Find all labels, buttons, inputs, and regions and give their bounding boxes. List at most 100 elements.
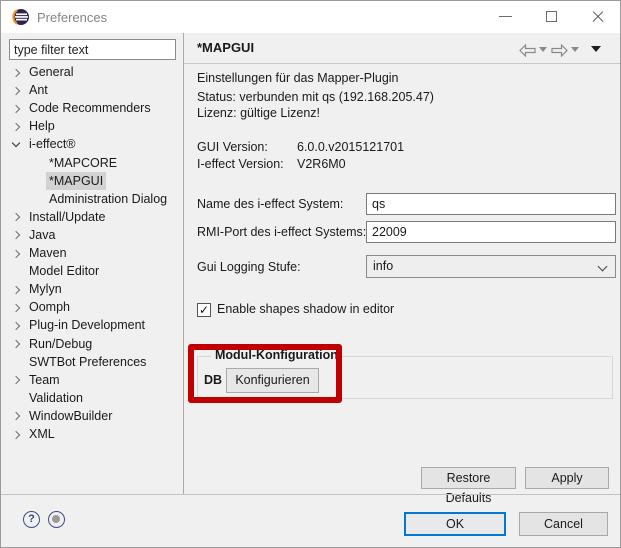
tree-item-code-recommenders[interactable]: Code Recommenders (1, 99, 182, 117)
tree-item-label: Java (29, 226, 55, 244)
restore-defaults-button[interactable]: Restore Defaults (421, 467, 516, 489)
chevron-down-icon (599, 263, 606, 270)
tree-item-administration-dialog[interactable]: Administration Dialog (1, 190, 182, 208)
rmi-port-input[interactable] (366, 221, 616, 243)
tree-item-validation[interactable]: Validation (1, 389, 182, 407)
apply-button[interactable]: Apply (525, 467, 609, 489)
chevron-collapsed-icon[interactable] (12, 376, 21, 385)
tree-item-label: Ant (29, 81, 48, 99)
tree-item-label: Maven (29, 244, 67, 262)
cancel-button[interactable]: Cancel (519, 512, 608, 536)
tree-item-label: Code Recommenders (29, 99, 151, 117)
tree-item-label: Mylyn (29, 280, 62, 298)
preference-recorder-button[interactable] (48, 511, 65, 528)
chevron-collapsed-icon[interactable] (12, 412, 21, 421)
tree-item-install-update[interactable]: Install/Update (1, 208, 182, 226)
tree-item-label: Help (29, 117, 55, 135)
minimize-icon (499, 16, 512, 17)
chevron-collapsed-icon[interactable] (12, 104, 21, 113)
tree-item-label: Model Editor (29, 262, 99, 280)
chevron-collapsed-icon[interactable] (12, 321, 21, 330)
chevron-collapsed-icon[interactable] (12, 340, 21, 349)
preferences-tree: GeneralAntCode RecommendersHelpi-effect®… (1, 1, 183, 494)
close-button[interactable] (578, 1, 618, 31)
chevron-collapsed-icon[interactable] (12, 430, 21, 439)
forward-dropdown-icon[interactable] (571, 47, 579, 52)
tree-item-mapcore[interactable]: *MAPCORE (1, 154, 182, 172)
gui-version-value: 6.0.0.v2015121701 (297, 140, 404, 154)
tree-spacer (12, 358, 21, 367)
gui-version-label: GUI Version: (197, 140, 268, 154)
tree-item-windowbuilder[interactable]: WindowBuilder (1, 407, 182, 425)
chevron-collapsed-icon[interactable] (12, 249, 21, 258)
help-button[interactable]: ? (23, 511, 40, 528)
rmi-port-label: RMI-Port des i-effect Systems: (197, 225, 366, 239)
tree-item-label: SWTBot Preferences (29, 353, 146, 371)
record-dot-icon (52, 515, 60, 523)
sidebar-divider (183, 33, 184, 494)
system-name-input[interactable] (366, 193, 616, 215)
chevron-collapsed-icon[interactable] (12, 86, 21, 95)
annotation-highlight-box (188, 344, 342, 403)
ieffect-version-value: V2R6M0 (297, 157, 346, 171)
page-title: *MAPGUI (197, 40, 254, 55)
logging-level-select[interactable]: info (366, 255, 616, 278)
ieffect-version-label: I-effect Version: (197, 157, 284, 171)
tree-item-ant[interactable]: Ant (1, 81, 182, 99)
chevron-collapsed-icon[interactable] (12, 285, 21, 294)
plugin-description: Einstellungen für das Mapper-Plugin (197, 71, 399, 85)
chevron-collapsed-icon[interactable] (12, 122, 21, 131)
shapes-shadow-checkbox[interactable]: ✓ (197, 303, 211, 317)
chevron-collapsed-icon[interactable] (12, 213, 21, 222)
tree-item-label: *MAPCORE (49, 154, 117, 172)
tree-item-label: Validation (29, 389, 83, 407)
tree-item-run-debug[interactable]: Run/Debug (1, 335, 182, 353)
chevron-expanded-icon[interactable] (12, 140, 21, 149)
question-mark-icon: ? (28, 513, 35, 525)
tree-item-label: Administration Dialog (49, 190, 167, 208)
chevron-collapsed-icon[interactable] (12, 303, 21, 312)
shapes-shadow-label: Enable shapes shadow in editor (217, 302, 394, 316)
forward-button[interactable] (551, 43, 568, 57)
ok-button[interactable]: OK (404, 512, 506, 536)
tree-item-oomph[interactable]: Oomph (1, 298, 182, 316)
tree-item-label: i-effect® (29, 135, 76, 153)
minimize-button[interactable] (486, 1, 526, 31)
maximize-button[interactable] (532, 1, 572, 31)
tree-item-mylyn[interactable]: Mylyn (1, 280, 182, 298)
tree-item-swtbot-preferences[interactable]: SWTBot Preferences (1, 353, 182, 371)
arrow-forward-icon (551, 44, 568, 57)
tree-item-i-effect[interactable]: i-effect® (1, 135, 182, 153)
system-name-label: Name des i-effect System: (197, 197, 343, 211)
history-nav (519, 43, 615, 59)
view-menu-icon[interactable] (591, 46, 601, 52)
license-line: Lizenz: gültige Lizenz! (197, 106, 320, 120)
tree-item-general[interactable]: General (1, 63, 182, 81)
tree-item-label: Install/Update (29, 208, 105, 226)
tree-item-label: WindowBuilder (29, 407, 112, 425)
header-separator (184, 63, 621, 64)
tree-item-java[interactable]: Java (1, 226, 182, 244)
footer-separator (1, 494, 621, 495)
tree-item-label: General (29, 63, 73, 81)
chevron-collapsed-icon[interactable] (12, 68, 21, 77)
maximize-icon (546, 11, 557, 22)
tree-spacer (12, 267, 21, 276)
tree-item-model-editor[interactable]: Model Editor (1, 262, 182, 280)
tree-spacer (12, 394, 21, 403)
tree-item-plug-in-development[interactable]: Plug-in Development (1, 316, 182, 334)
preferences-dialog: Preferences GeneralAntCode RecommendersH… (0, 0, 621, 548)
tree-item-maven[interactable]: Maven (1, 244, 182, 262)
tree-item-team[interactable]: Team (1, 371, 182, 389)
back-dropdown-icon[interactable] (539, 47, 547, 52)
tree-item-mapgui[interactable]: *MAPGUI (1, 172, 182, 190)
chevron-collapsed-icon[interactable] (12, 231, 21, 240)
tree-item-xml[interactable]: XML (1, 425, 182, 443)
tree-item-help[interactable]: Help (1, 117, 182, 135)
tree-spacer (12, 195, 21, 204)
tree-item-label: Oomph (29, 298, 70, 316)
logging-level-value: info (373, 259, 393, 273)
tree-item-label: Run/Debug (29, 335, 92, 353)
back-button[interactable] (519, 43, 536, 57)
arrow-back-icon (519, 44, 536, 57)
